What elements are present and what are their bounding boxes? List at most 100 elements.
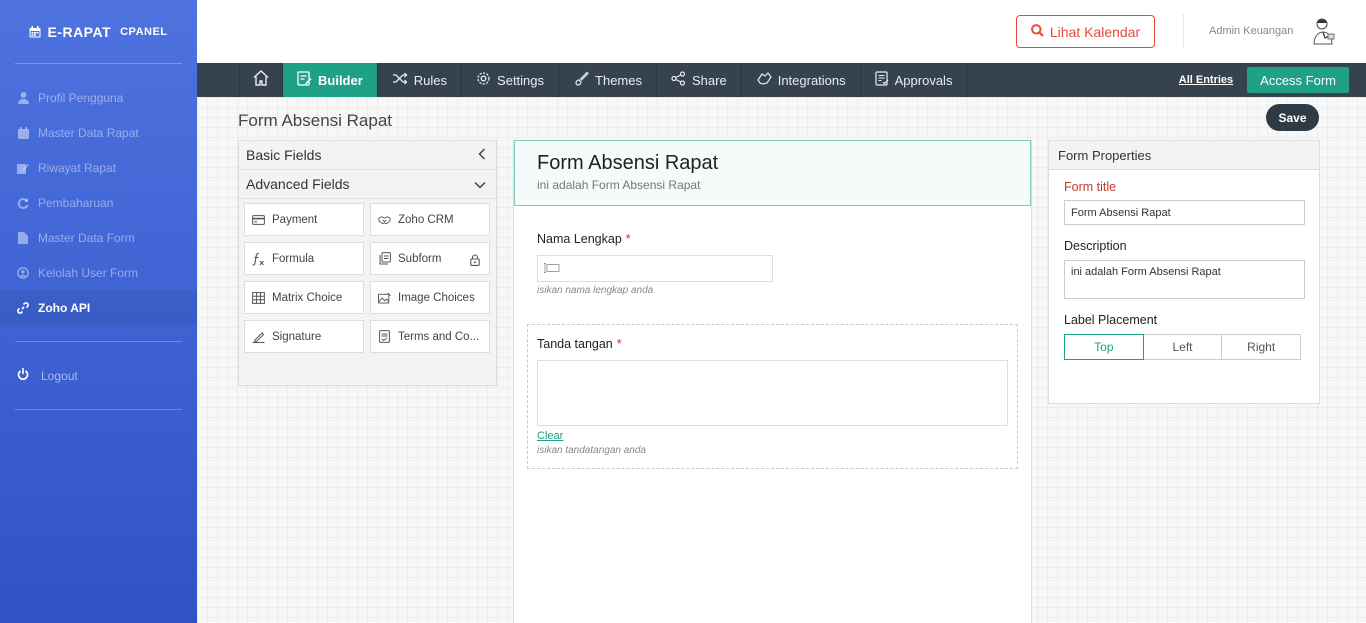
form-canvas: Form Absensi Rapat ini adalah Form Absen…	[513, 140, 1032, 623]
placement-top-button[interactable]: Top	[1064, 334, 1144, 360]
field-nama-lengkap[interactable]: Nama Lengkap * isikan nama lengkap anda	[537, 232, 773, 296]
brush-icon	[573, 71, 589, 89]
logout-link[interactable]: Logout	[0, 358, 197, 393]
field-image-choices[interactable]: Image Choices	[370, 281, 490, 314]
calendar-icon	[29, 25, 41, 38]
fields-panel: Basic Fields Advanced Fields Payment Zoh…	[238, 140, 497, 386]
field-label: Nama Lengkap *	[537, 232, 773, 246]
field-terms-and-conditions[interactable]: Terms and Co...	[370, 320, 490, 353]
avatar[interactable]	[1311, 17, 1337, 45]
sidebar-item-master-data-rapat[interactable]: Master Data Rapat	[0, 115, 197, 150]
file-icon	[17, 231, 29, 244]
chevron-down-icon	[474, 176, 486, 192]
placement-right-button[interactable]: Right	[1221, 334, 1302, 360]
brand-subtitle: CPANEL	[120, 25, 168, 38]
form-title-label: Form title	[1064, 180, 1117, 194]
field-signature[interactable]: Signature	[244, 320, 364, 353]
tab-label: Rules	[413, 72, 448, 88]
field-subform[interactable]: Subform	[370, 242, 490, 275]
toolbar-actions: All Entries Access Form	[1179, 63, 1366, 97]
tab-themes[interactable]: Themes	[559, 63, 657, 97]
tanda-tangan-hint: isikan tandatangan anda	[537, 445, 646, 456]
sidebar-item-riwayat-rapat[interactable]: Riwayat Rapat	[0, 150, 197, 185]
field-label: Image Choices	[398, 291, 475, 304]
edit-icon	[17, 162, 29, 174]
calendar-icon	[17, 126, 29, 139]
payment-icon	[252, 213, 265, 226]
nama-lengkap-label: Nama Lengkap	[537, 232, 622, 246]
access-form-button[interactable]: Access Form	[1247, 67, 1349, 93]
logout-label: Logout	[41, 368, 78, 383]
form-properties-body: Form title Form Absensi Rapat Descriptio…	[1049, 170, 1319, 360]
description-label: Description	[1064, 239, 1127, 253]
field-payment[interactable]: Payment	[244, 203, 364, 236]
tab-builder[interactable]: Builder	[283, 63, 378, 97]
basic-fields-header[interactable]: Basic Fields	[239, 141, 496, 170]
nama-lengkap-input[interactable]	[537, 255, 773, 282]
form-title: Form Absensi Rapat	[537, 152, 719, 174]
builder-workspace: Form Absensi Rapat Save Basic Fields Adv…	[197, 97, 1366, 623]
shuffle-icon	[392, 72, 408, 88]
lihat-kalendar-label: Lihat Kalendar	[1049, 23, 1141, 40]
user-circle-icon	[17, 266, 29, 279]
refresh-icon	[17, 197, 29, 209]
approvals-icon	[875, 71, 889, 89]
nama-lengkap-hint: isikan nama lengkap anda	[537, 285, 654, 296]
field-label: Subform	[398, 252, 442, 265]
field-label: Payment	[272, 213, 318, 226]
sidebar-item-label: Pembaharuan	[38, 195, 114, 210]
form-title-input[interactable]: Form Absensi Rapat	[1064, 200, 1305, 225]
sidebar-item-zoho-api[interactable]: Zoho API	[0, 290, 197, 325]
field-matrix-choice[interactable]: Matrix Choice	[244, 281, 364, 314]
description-textarea[interactable]: ini adalah Form Absensi Rapat	[1064, 260, 1305, 299]
placement-left-button[interactable]: Left	[1142, 334, 1223, 360]
field-label: Signature	[272, 330, 322, 343]
field-formula[interactable]: Formula	[244, 242, 364, 275]
subform-icon	[378, 252, 391, 265]
tab-label: Builder	[318, 72, 363, 88]
sidebar-item-kelolah-user-form[interactable]: Kelolah User Form	[0, 255, 197, 290]
tab-label: Share	[692, 72, 727, 88]
lihat-kalendar-button[interactable]: Lihat Kalendar	[1016, 15, 1155, 48]
advanced-fields-header[interactable]: Advanced Fields	[239, 170, 496, 199]
tab-approvals[interactable]: Approvals	[861, 63, 968, 97]
sidebar-item-pembaharuan[interactable]: Pembaharuan	[0, 185, 197, 220]
tab-label: Approvals	[894, 72, 953, 88]
user-name[interactable]: Admin Keuangan	[1209, 25, 1293, 37]
tab-integrations[interactable]: Integrations	[742, 63, 861, 97]
signature-pad[interactable]	[537, 360, 1008, 426]
all-entries-link[interactable]: All Entries	[1179, 74, 1233, 86]
brand-title: E-RAPAT	[47, 23, 112, 40]
field-zoho-crm[interactable]: Zoho CRM	[370, 203, 490, 236]
field-tanda-tangan[interactable]: Tanda tangan * Clear isikan tandatangan a…	[527, 324, 1018, 469]
topbar-divider	[1183, 14, 1184, 48]
chevron-left-icon	[478, 147, 486, 163]
tab-rules[interactable]: Rules	[378, 63, 463, 97]
home-button[interactable]	[239, 63, 283, 97]
signature-icon	[252, 330, 265, 343]
tab-share[interactable]: Share	[657, 63, 742, 97]
tab-settings[interactable]: Settings	[462, 63, 560, 97]
basic-fields-label: Basic Fields	[246, 147, 322, 163]
sidebar-item-master-data-form[interactable]: Master Data Form	[0, 220, 197, 255]
power-icon	[17, 368, 29, 383]
clear-signature-link[interactable]: Clear	[537, 430, 563, 442]
sidebar-item-label: Kelolah User Form	[38, 265, 139, 280]
form-properties-panel: Form Properties Form title Form Absensi …	[1048, 140, 1320, 404]
brand[interactable]: E-RAPAT CPANEL	[0, 0, 197, 63]
sidebar-item-label: Master Data Form	[38, 230, 135, 245]
form-header[interactable]: Form Absensi Rapat ini adalah Form Absen…	[514, 140, 1031, 206]
image-icon	[378, 291, 391, 304]
save-button[interactable]: Save	[1266, 104, 1319, 131]
sidebar-item-profil-pengguna[interactable]: Profil Pengguna	[0, 80, 197, 115]
search-icon	[1030, 23, 1044, 40]
share-icon	[671, 71, 686, 89]
form-description: ini adalah Form Absensi Rapat	[537, 178, 701, 192]
form-properties-title: Form Properties	[1049, 141, 1319, 170]
sidebar-item-label: Profil Pengguna	[38, 90, 124, 105]
lock-icon	[470, 254, 480, 269]
gear-icon	[476, 71, 491, 89]
label-placement-label: Label Placement	[1064, 313, 1158, 327]
tab-label: Settings	[497, 72, 545, 88]
builder-icon	[297, 71, 312, 89]
